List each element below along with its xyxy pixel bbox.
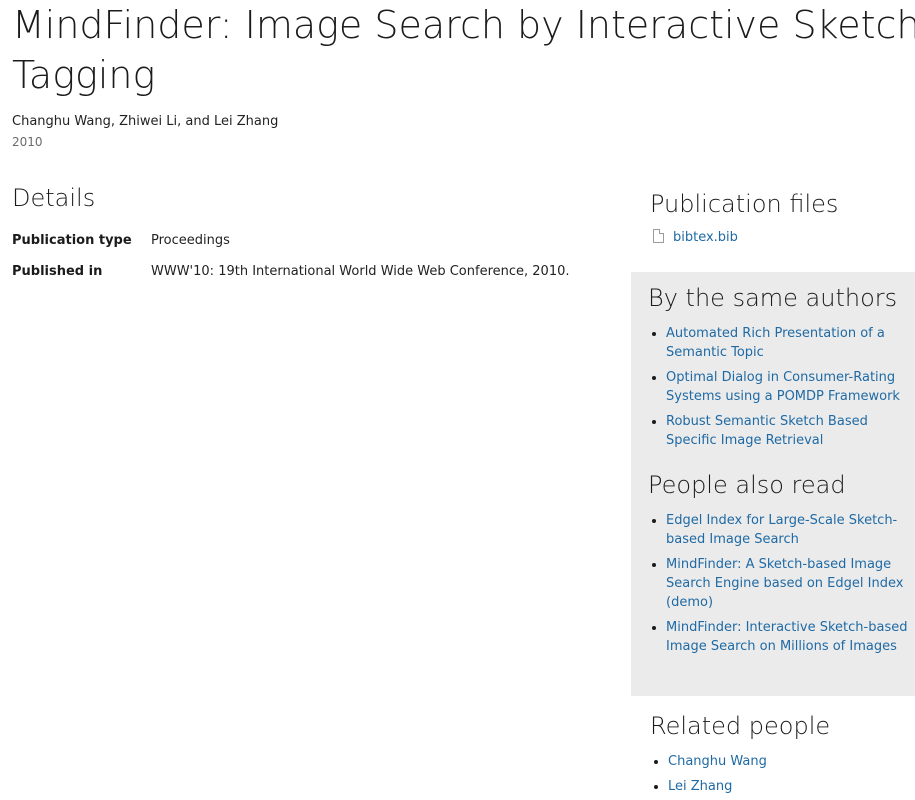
related-person-link[interactable]: Changhu Wang (668, 754, 767, 769)
title-line-1: MindFinder: Image Search by Interactive … (12, 3, 915, 47)
list-item: Optimal Dialog in Consumer-Rating System… (666, 368, 910, 406)
same-authors-section: By the same authors Automated Rich Prese… (648, 284, 910, 456)
publication-year: 2010 (12, 135, 43, 149)
detail-row-published-in: Published in WWW'10: 19th International W… (12, 264, 570, 279)
list-item: MindFinder: Interactive Sketch-based Ima… (666, 618, 910, 656)
detail-value: WWW'10: 19th International World Wide We… (151, 264, 570, 279)
people-also-read-heading: People also read (648, 471, 846, 499)
publication-page: MindFinder: Image Search by Interactive … (0, 0, 915, 800)
list-item: MindFinder: A Sketch-based Image Search … (666, 555, 910, 612)
publication-files-section: Publication files bibtex.bib (650, 190, 915, 245)
same-authors-list: Automated Rich Presentation of a Semanti… (648, 324, 910, 450)
detail-row-publication-type: Publication type Proceedings (12, 233, 230, 248)
sidebar-panel: By the same authors Automated Rich Prese… (631, 272, 915, 696)
bibtex-file-link[interactable]: bibtex.bib (650, 228, 915, 245)
author-list: Changhu Wang, Zhiwei Li, and Lei Zhang (12, 114, 279, 129)
related-person-link[interactable]: Lei Zhang (668, 779, 732, 794)
publication-files-heading: Publication files (650, 190, 839, 218)
list-item: Robust Semantic Sketch Based Specific Im… (666, 412, 910, 450)
detail-value: Proceedings (151, 233, 230, 248)
related-people-list: Changhu Wang Lei Zhang (650, 752, 915, 796)
same-authors-heading: By the same authors (648, 284, 898, 312)
list-item: Lei Zhang (668, 777, 915, 796)
file-link-label: bibtex.bib (673, 230, 738, 245)
title-line-2: Tagging (12, 53, 156, 97)
list-item: Edgel Index for Large-Scale Sketch-based… (666, 511, 910, 549)
people-also-read-list: Edgel Index for Large-Scale Sketch-based… (648, 511, 910, 656)
people-also-read-section: People also read Edgel Index for Large-S… (648, 471, 910, 662)
page-title: MindFinder: Image Search by Interactive … (12, 0, 915, 100)
same-authors-link[interactable]: Automated Rich Presentation of a Semanti… (666, 326, 885, 360)
detail-label: Publication type (12, 233, 132, 248)
details-heading: Details (12, 184, 96, 212)
list-item: Automated Rich Presentation of a Semanti… (666, 324, 910, 362)
detail-label: Published in (12, 264, 103, 279)
also-read-link[interactable]: Edgel Index for Large-Scale Sketch-based… (666, 513, 897, 547)
related-people-section: Related people Changhu Wang Lei Zhang (650, 712, 915, 800)
list-item: Changhu Wang (668, 752, 915, 771)
same-authors-link[interactable]: Optimal Dialog in Consumer-Rating System… (666, 370, 900, 404)
file-icon (653, 228, 664, 243)
same-authors-link[interactable]: Robust Semantic Sketch Based Specific Im… (666, 414, 868, 448)
also-read-link[interactable]: MindFinder: Interactive Sketch-based Ima… (666, 620, 907, 654)
related-people-heading: Related people (650, 712, 831, 740)
also-read-link[interactable]: MindFinder: A Sketch-based Image Search … (666, 557, 903, 610)
